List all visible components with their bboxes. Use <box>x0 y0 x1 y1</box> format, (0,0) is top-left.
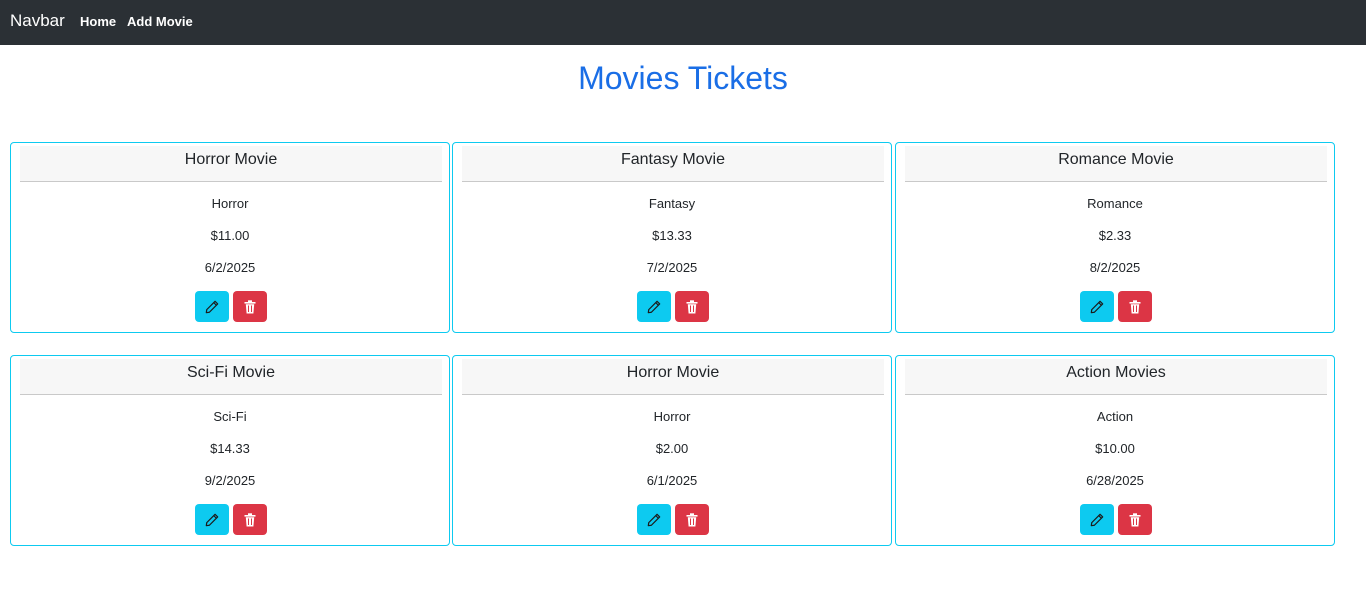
trash-icon <box>1129 512 1141 527</box>
delete-button[interactable] <box>233 291 267 322</box>
movie-price: $2.33 <box>1098 228 1132 243</box>
page-title: Movies Tickets <box>578 60 788 96</box>
movie-price: $10.00 <box>1095 441 1135 456</box>
movie-date: 6/28/2025 <box>1086 473 1144 488</box>
trash-icon <box>686 299 698 314</box>
movie-price: $2.00 <box>655 441 689 456</box>
trash-icon <box>244 512 256 527</box>
edit-button[interactable] <box>1080 291 1114 322</box>
movie-genre: Horror <box>211 196 249 211</box>
delete-button[interactable] <box>675 504 709 535</box>
movie-card-title: Romance Movie <box>905 146 1327 182</box>
edit-button[interactable] <box>195 504 229 535</box>
movie-genre: Fantasy <box>648 196 696 211</box>
movie-genre: Romance <box>1087 196 1143 211</box>
delete-button[interactable] <box>1118 291 1152 322</box>
movie-date: 6/1/2025 <box>646 473 698 488</box>
movie-genre: Action <box>1096 409 1134 424</box>
movie-card: Horror Movie Horror $2.00 6/1/2025 <box>452 355 892 546</box>
movie-price: $14.33 <box>210 441 250 456</box>
trash-icon <box>244 299 256 314</box>
edit-button[interactable] <box>637 504 671 535</box>
nav-link-home[interactable]: Home <box>80 14 116 30</box>
movie-card: Action Movies Action $10.00 6/28/2025 <box>895 355 1335 546</box>
movie-card-title: Action Movies <box>905 359 1327 395</box>
trash-icon <box>686 512 698 527</box>
delete-button[interactable] <box>675 291 709 322</box>
movie-genre: Sci-Fi <box>213 409 247 424</box>
navbar-brand[interactable]: Navbar <box>10 11 65 31</box>
movie-card-title: Fantasy Movie <box>462 146 884 182</box>
movie-date: 8/2/2025 <box>1089 260 1141 275</box>
movie-card: Sci-Fi Movie Sci-Fi $14.33 9/2/2025 <box>10 355 450 546</box>
movie-card: Horror Movie Horror $11.00 6/2/2025 <box>10 142 450 333</box>
pencil-icon <box>647 300 661 314</box>
navbar: Navbar Home Add Movie <box>0 0 1366 45</box>
pencil-icon <box>647 513 661 527</box>
edit-button[interactable] <box>637 291 671 322</box>
movie-date: 6/2/2025 <box>204 260 256 275</box>
movie-card-title: Sci-Fi Movie <box>20 359 442 395</box>
movie-price: $13.33 <box>652 228 692 243</box>
pencil-icon <box>205 513 219 527</box>
movie-card: Romance Movie Romance $2.33 8/2/2025 <box>895 142 1335 333</box>
edit-button[interactable] <box>195 291 229 322</box>
nav-link-add-movie[interactable]: Add Movie <box>127 14 193 30</box>
pencil-icon <box>1090 513 1104 527</box>
movie-date: 9/2/2025 <box>204 473 256 488</box>
edit-button[interactable] <box>1080 504 1114 535</box>
delete-button[interactable] <box>233 504 267 535</box>
movie-card-title: Horror Movie <box>20 146 442 182</box>
movie-date: 7/2/2025 <box>646 260 698 275</box>
trash-icon <box>1129 299 1141 314</box>
movie-card: Fantasy Movie Fantasy $13.33 7/2/2025 <box>452 142 892 333</box>
movie-genre: Horror <box>653 409 691 424</box>
delete-button[interactable] <box>1118 504 1152 535</box>
pencil-icon <box>205 300 219 314</box>
movie-card-title: Horror Movie <box>462 359 884 395</box>
pencil-icon <box>1090 300 1104 314</box>
movie-price: $11.00 <box>210 228 250 243</box>
